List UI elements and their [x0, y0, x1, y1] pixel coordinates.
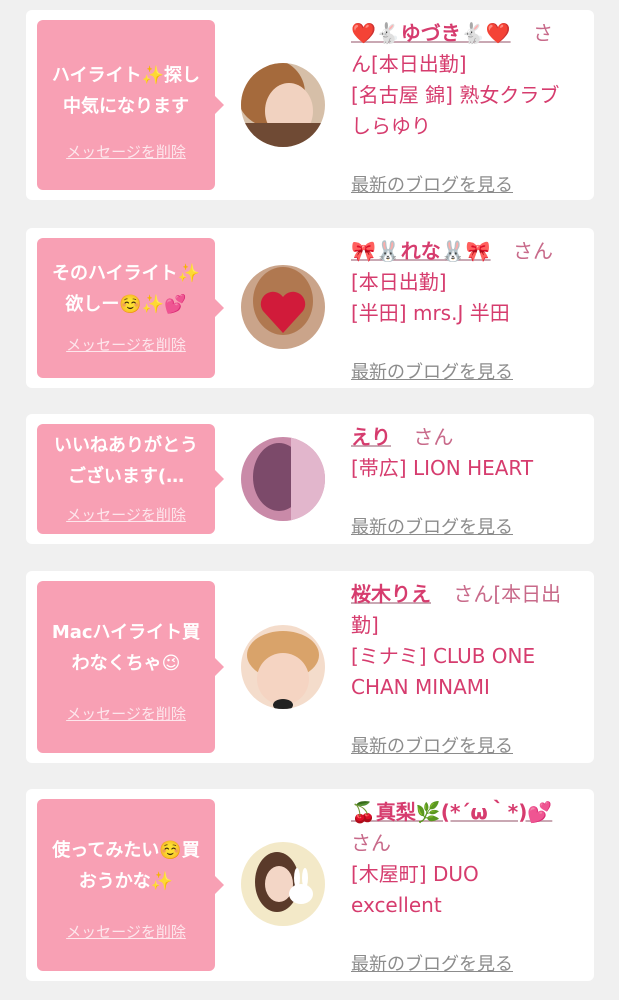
sender-name-link[interactable]: 桜木りえ — [351, 582, 431, 606]
latest-blog-link[interactable]: 最新のブログを見る — [351, 513, 513, 539]
message-bubble: ハイライト✨探し 中気になります メッセージを削除 — [37, 20, 224, 190]
message-card: いいねありがとう ございます(… メッセージを削除 えり さん [帯広] LIO… — [26, 414, 594, 544]
message-text: そのハイライト✨ 欲しー☺️✨💕 — [51, 263, 201, 315]
avatar[interactable] — [241, 625, 325, 709]
message-text: 使ってみたい☺️買 おうかな✨ — [52, 840, 200, 892]
message-bubble: 使ってみたい☺️買 おうかな✨ メッセージを削除 — [37, 799, 224, 971]
message-bubble: そのハイライト✨ 欲しー☺️✨💕 メッセージを削除 — [37, 238, 224, 378]
status-text: 勤] — [351, 613, 379, 637]
avatar[interactable] — [241, 265, 325, 349]
sender-info: ❤️🐇ゆづき🐇❤️ さ ん[本日出勤] [名古屋 錦] 熟女クラブ しらゆり 最… — [351, 18, 583, 196]
avatar[interactable] — [241, 63, 325, 147]
delete-message-link[interactable]: メッセージを削除 — [37, 334, 215, 355]
shop-text: [半田] mrs.J 半田 — [351, 301, 510, 325]
delete-message-link[interactable]: メッセージを削除 — [37, 504, 215, 525]
latest-blog-link[interactable]: 最新のブログを見る — [351, 358, 513, 384]
sender-info: 🎀🐰れな🐰🎀 さん [本日出勤] [半田] mrs.J 半田 最新のブログを見る — [351, 236, 583, 383]
sender-info: 桜木りえ さん[本日出 勤] [ミナミ] CLUB ONE CHAN MINAM… — [351, 579, 583, 757]
latest-blog-link[interactable]: 最新のブログを見る — [351, 732, 513, 758]
message-text: ハイライト✨探し 中気になります — [51, 65, 201, 117]
delete-message-link[interactable]: メッセージを削除 — [37, 921, 215, 942]
shop-text: CHAN MINAMI — [351, 675, 490, 699]
latest-blog-link[interactable]: 最新のブログを見る — [351, 171, 513, 197]
message-text: Macハイライト買 わなくちゃ😉 — [51, 622, 201, 674]
sender-info: 🍒真梨🌿(*´ω｀*)💕 さん [木屋町] DUO excellent 最新のブ… — [351, 797, 583, 975]
message-text: いいねありがとう ございます(… — [54, 435, 198, 487]
shop-text: [名古屋 錦] 熟女クラブ — [351, 83, 560, 107]
sender-name-link[interactable]: ❤️🐇ゆづき🐇❤️ — [351, 21, 511, 45]
avatar[interactable] — [241, 437, 325, 521]
avatar[interactable] — [241, 842, 325, 926]
status-text: さん — [351, 831, 391, 855]
status-text: ん[本日出勤] — [351, 52, 467, 76]
shop-text: しらゆり — [351, 114, 431, 138]
message-card: そのハイライト✨ 欲しー☺️✨💕 メッセージを削除 🎀🐰れな🐰🎀 さん [本日出… — [26, 228, 594, 388]
sender-info: えり さん [帯広] LION HEART 最新のブログを見る — [351, 422, 583, 538]
delete-message-link[interactable]: メッセージを削除 — [37, 141, 215, 162]
shop-text: [木屋町] DUO — [351, 862, 479, 886]
shop-text: [帯広] LION HEART — [351, 456, 534, 480]
message-card: ハイライト✨探し 中気になります メッセージを削除 ❤️🐇ゆづき🐇❤️ さ ん[… — [26, 10, 594, 200]
latest-blog-link[interactable]: 最新のブログを見る — [351, 950, 513, 976]
message-card: 使ってみたい☺️買 おうかな✨ メッセージを削除 🍒真梨🌿(*´ω｀*)💕 さん… — [26, 789, 594, 981]
sender-name-link[interactable]: 🍒真梨🌿(*´ω｀*)💕 — [351, 800, 552, 824]
message-bubble: Macハイライト買 わなくちゃ😉 メッセージを削除 — [37, 581, 224, 753]
message-bubble: いいねありがとう ございます(… メッセージを削除 — [37, 424, 224, 534]
message-list: ハイライト✨探し 中気になります メッセージを削除 ❤️🐇ゆづき🐇❤️ さ ん[… — [0, 0, 619, 1000]
sender-name-link[interactable]: 🎀🐰れな🐰🎀 — [351, 239, 491, 263]
shop-text: excellent — [351, 893, 442, 917]
message-card: Macハイライト買 わなくちゃ😉 メッセージを削除 桜木りえ さん[本日出 勤]… — [26, 571, 594, 763]
delete-message-link[interactable]: メッセージを削除 — [37, 703, 215, 724]
shop-text: [ミナミ] CLUB ONE — [351, 644, 536, 668]
sender-name-link[interactable]: えり — [351, 425, 391, 449]
status-text: [本日出勤] — [351, 270, 447, 294]
